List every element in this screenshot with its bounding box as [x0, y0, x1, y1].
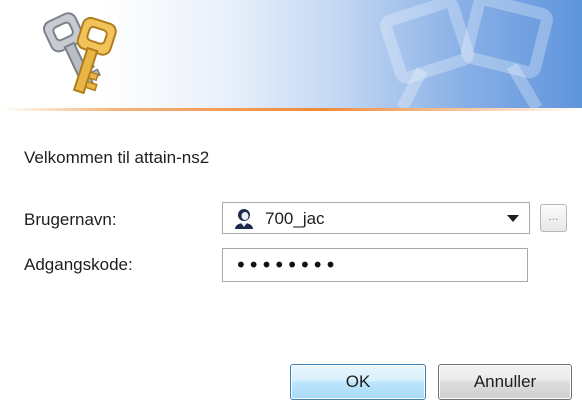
password-value: ••••••••: [235, 253, 338, 277]
password-field[interactable]: ••••••••: [222, 248, 528, 282]
ok-button[interactable]: OK: [290, 364, 426, 400]
cancel-button[interactable]: Annuller: [438, 364, 572, 400]
login-dialog: Velkommen til attain-ns2 Brugernavn: 700…: [0, 0, 582, 416]
user-icon: [235, 209, 253, 229]
username-value: 700_jac: [265, 209, 325, 228]
dialog-banner: [0, 0, 582, 108]
username-combobox[interactable]: 700_jac: [222, 202, 530, 234]
keys-icon: [42, 12, 117, 95]
welcome-text: Velkommen til attain-ns2: [24, 148, 210, 167]
keys-watermark-icon: [380, 0, 553, 108]
password-label: Adgangskode:: [24, 255, 133, 274]
browse-users-button[interactable]: ...: [540, 204, 567, 232]
username-label: Brugernavn:: [24, 210, 117, 229]
chevron-down-icon[interactable]: [507, 215, 519, 222]
